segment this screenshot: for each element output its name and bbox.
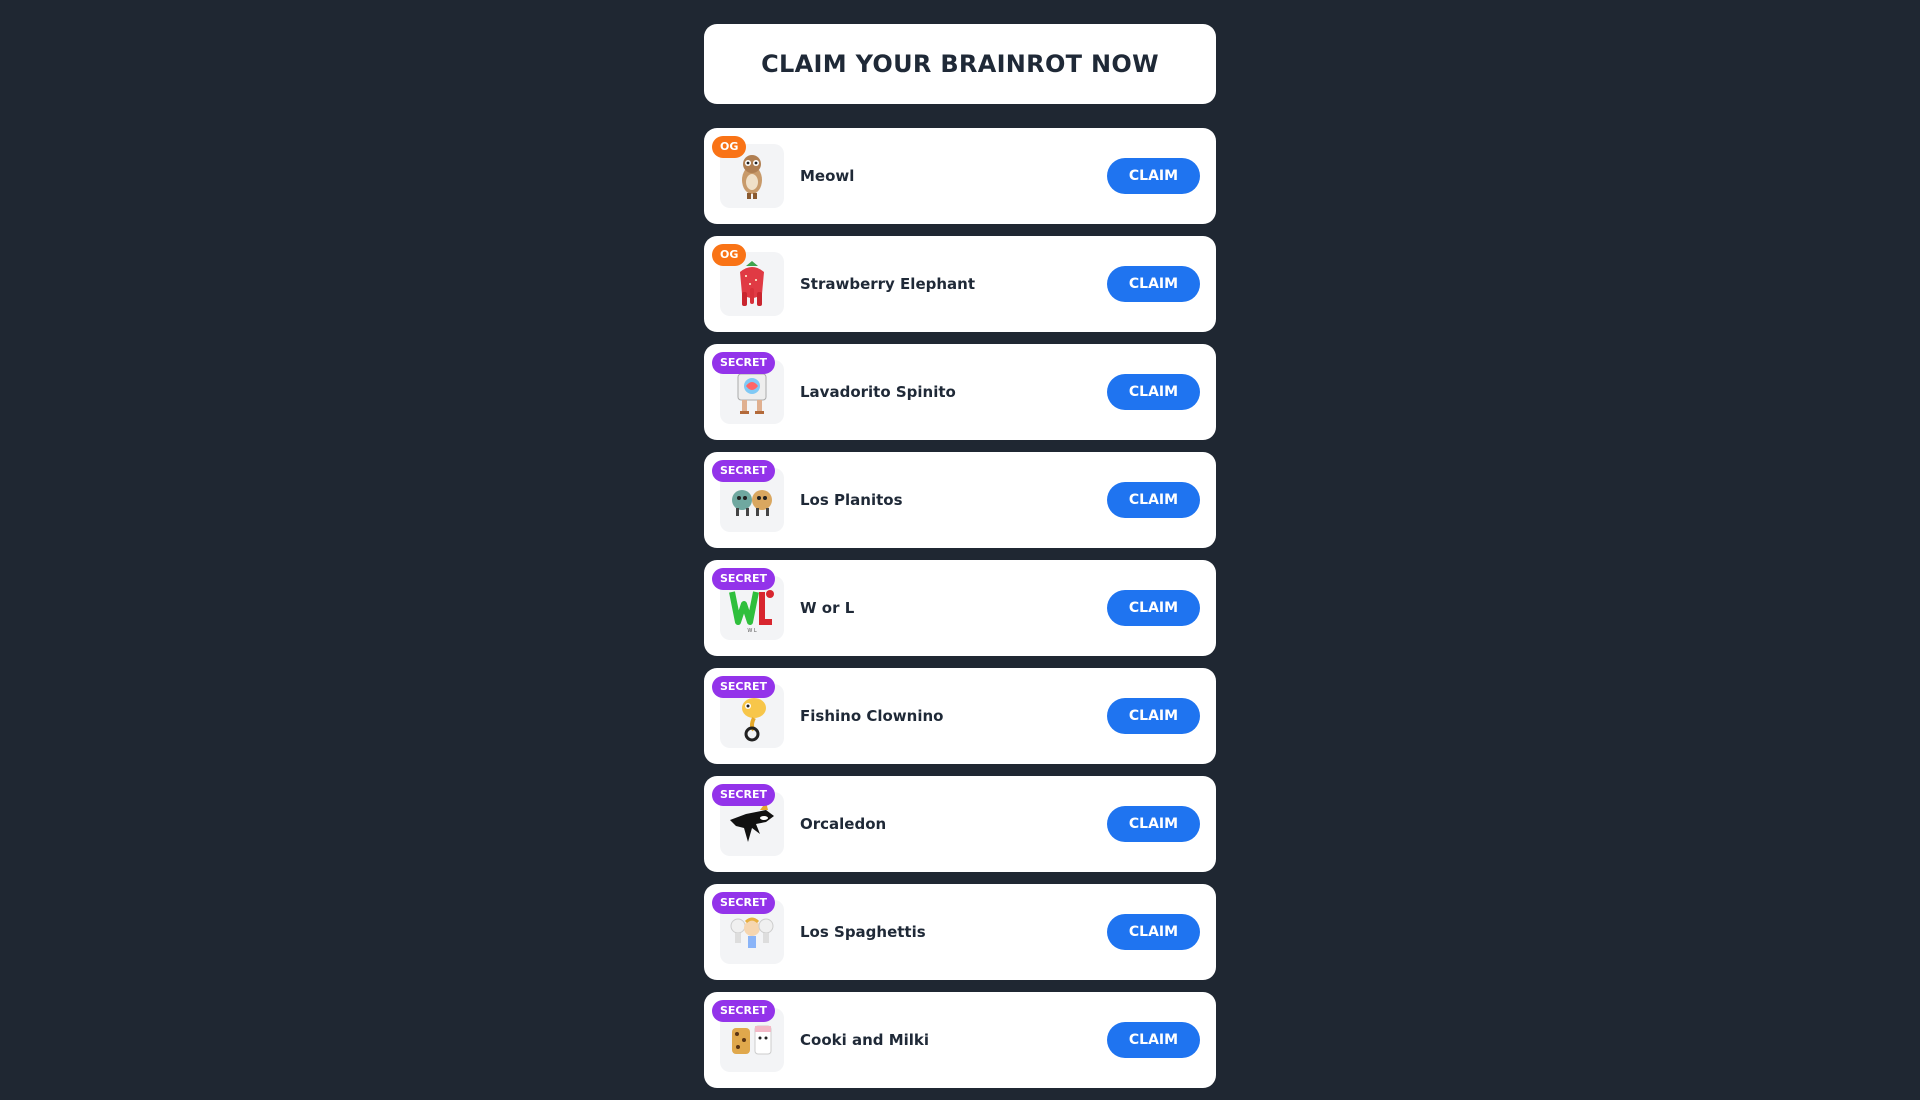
item-name: Lavadorito Spinito [800,383,956,401]
item-name: Meowl [800,167,855,185]
og-badge: OG [712,244,747,266]
secret-badge: SECRET [712,676,775,698]
claim-button[interactable]: CLAIM [1107,914,1200,950]
item-card: SECRET Cooki and Milki CLAIM [704,992,1216,1088]
claim-page: CLAIM YOUR BRAINROT NOW OG Meowl CLAIM OG St… [704,24,1216,1100]
item-card: SECRET Los Spaghettis CLAIM [704,884,1216,980]
item-card: SECRET Los Planitos CLAIM [704,452,1216,548]
item-card: SECRET Fishino Clownino CLAIM [704,668,1216,764]
item-name: Orcaledon [800,815,887,833]
svg-text:W L: W L [747,628,757,634]
claim-button[interactable]: CLAIM [1107,158,1200,194]
claim-button[interactable]: CLAIM [1107,482,1200,518]
item-name: Los Planitos [800,491,903,509]
secret-badge: SECRET [712,1000,775,1022]
item-card: OG Meowl CLAIM [704,128,1216,224]
item-card: W L SECRET W or L CLAIM [704,560,1216,656]
secret-badge: SECRET [712,784,775,806]
secret-badge: SECRET [712,568,775,590]
item-card: SECRET Orcaledon CLAIM [704,776,1216,872]
item-card: SECRET Lavadorito Spinito CLAIM [704,344,1216,440]
item-name: W or L [800,599,855,617]
item-name: Cooki and Milki [800,1031,930,1049]
item-list: OG Meowl CLAIM OG Strawberry Elephant CLAIM SE… [704,128,1216,1088]
secret-badge: SECRET [712,460,775,482]
secret-badge: SECRET [712,892,775,914]
claim-button[interactable]: CLAIM [1107,266,1200,302]
secret-badge: SECRET [712,352,775,374]
claim-button[interactable]: CLAIM [1107,806,1200,842]
item-name: Fishino Clownino [800,707,944,725]
item-name: Strawberry Elephant [800,275,976,293]
claim-button[interactable]: CLAIM [1107,1022,1200,1058]
page-title: CLAIM YOUR BRAINROT NOW [761,50,1159,78]
item-card: OG Strawberry Elephant CLAIM [704,236,1216,332]
claim-button[interactable]: CLAIM [1107,590,1200,626]
header-card: CLAIM YOUR BRAINROT NOW [704,24,1216,104]
og-badge: OG [712,136,747,158]
claim-button[interactable]: CLAIM [1107,374,1200,410]
claim-button[interactable]: CLAIM [1107,698,1200,734]
item-name: Los Spaghettis [800,923,926,941]
